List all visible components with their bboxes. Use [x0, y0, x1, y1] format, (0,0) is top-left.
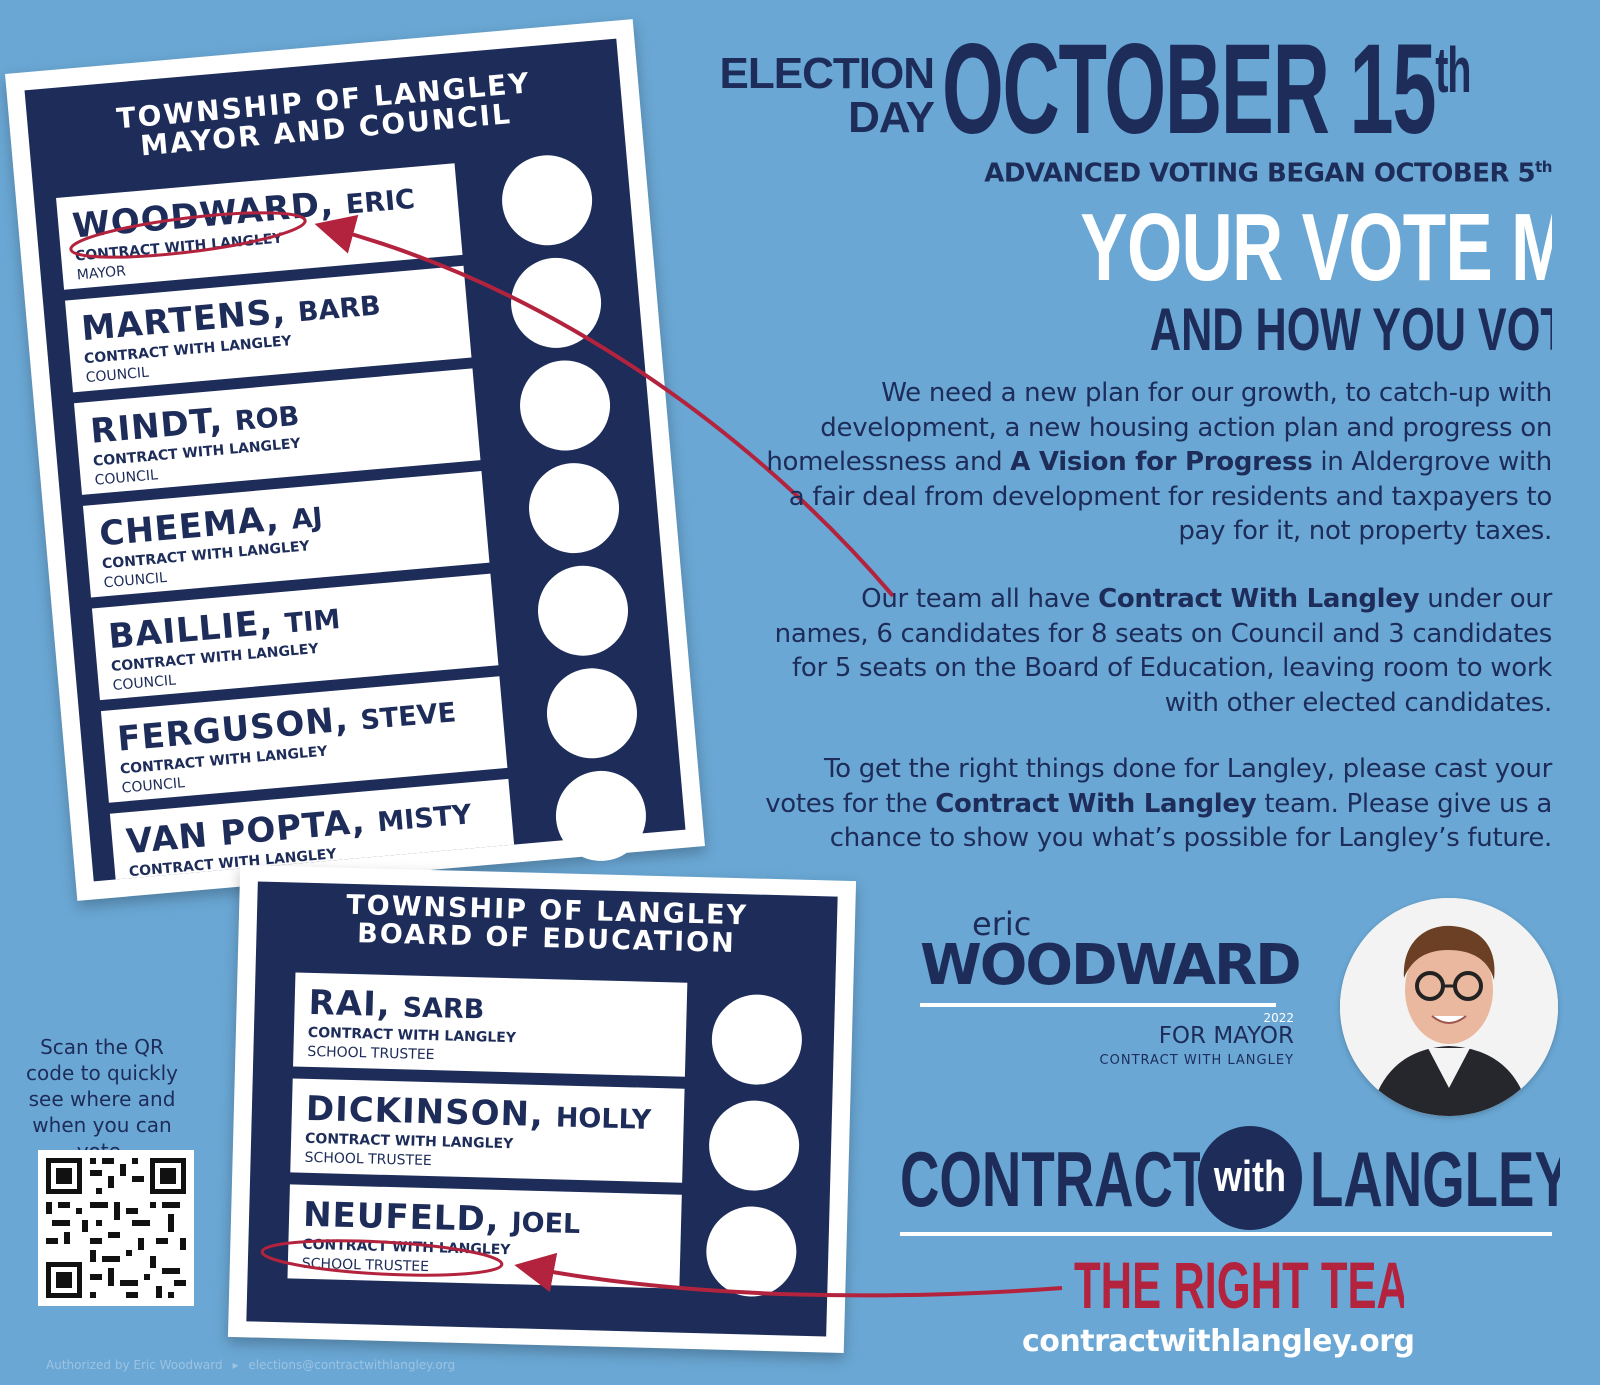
election-date-suffix: th: [1435, 34, 1471, 106]
separator-arrow-icon: ▸: [232, 1358, 239, 1372]
paragraph-growth-plan: We need a new plan for our growth, to ca…: [766, 378, 1552, 546]
qr-caption: Scan the QR code to quickly see where an…: [26, 1035, 178, 1163]
candidate-first-name: AJ: [290, 502, 324, 536]
candidate-logo: eric WOODWARD 2022 FOR MAYOR CONTRACT WI…: [900, 905, 1320, 1075]
vote-bubble[interactable]: [552, 767, 650, 865]
headline: YOUR VOTE MATTERS: [1080, 200, 1552, 296]
brand-middle: with: [1213, 1152, 1287, 1201]
brand-wordmark: CONTRACT with LANGLEY: [900, 1126, 1560, 1230]
person-photo-icon: [1340, 898, 1558, 1116]
vote-bubble[interactable]: [707, 1099, 801, 1192]
education-ballot-card: TOWNSHIP OF LANGLEY BOARD OF EDUCATION R…: [227, 865, 857, 1353]
candidate-logo-party: CONTRACT WITH LANGLEY: [1099, 1053, 1294, 1068]
candidate-last-name: RAI,: [308, 982, 392, 1025]
candidate-last-name: DICKINSON,: [305, 1088, 545, 1136]
brand-left: CONTRACT: [900, 1140, 1200, 1218]
election-date-main: OCTOBER 15: [942, 30, 1437, 150]
election-day-label: ELECTION DAY: [719, 49, 935, 142]
paragraph-team: Our team all have Contract With Langley …: [774, 584, 1553, 718]
candidate-first-name: MISTY: [376, 799, 473, 839]
candidate-first-name: STEVE: [359, 697, 458, 737]
education-ballot-title: TOWNSHIP OF LANGLEY BOARD OF EDUCATION: [345, 889, 749, 960]
candidate-first-name: SARB: [402, 992, 485, 1026]
footer-email[interactable]: elections@contractwithlangley.org: [248, 1358, 455, 1372]
council-ballot-title: TOWNSHIP OF LANGLEY MAYOR AND COUNCIL: [115, 66, 532, 163]
qr-code[interactable]: [38, 1150, 194, 1306]
candidate-logo-last-name: WOODWARD: [920, 933, 1302, 998]
vote-bubble[interactable]: [534, 561, 632, 660]
candidate-first-name: ERIC: [344, 183, 417, 221]
vote-bubble[interactable]: [516, 356, 614, 455]
brand-right: LANGLEY: [1310, 1140, 1560, 1218]
website-link[interactable]: contractwithlangley.org: [1022, 1324, 1415, 1359]
council-ballot-card: TOWNSHIP OF LANGLEY MAYOR AND COUNCIL WO…: [5, 19, 705, 901]
election-date: OCTOBER 15th: [942, 30, 1552, 150]
vote-bubble[interactable]: [710, 993, 804, 1086]
education-ballot-panel: TOWNSHIP OF LANGLEY BOARD OF EDUCATION R…: [246, 881, 838, 1337]
candidate-first-name: HOLLY: [555, 1102, 652, 1136]
candidate-last-name: NEUFELD,: [302, 1194, 501, 1240]
candidate-first-name: JOEL: [511, 1207, 581, 1241]
vote-bubble[interactable]: [507, 254, 605, 352]
vote-bubble[interactable]: [543, 664, 641, 763]
authorization-footer: Authorized by Eric Woodward ▸ elections@…: [46, 1358, 455, 1372]
candidate-portrait: [1340, 898, 1558, 1116]
candidate-row-dickinson: DICKINSON, HOLLY CONTRACT WITH LANGLEY SC…: [290, 1078, 685, 1183]
candidate-first-name: BARB: [296, 290, 382, 329]
council-ballot-panel: TOWNSHIP OF LANGLEY MAYOR AND COUNCIL WO…: [24, 38, 686, 882]
brand-tagline: THE RIGHT TEAM: [1074, 1252, 1404, 1322]
candidate-first-name: ROB: [233, 400, 301, 438]
advanced-voting-note: ADVANCED VOTING BEGAN OCTOBER 5th: [984, 158, 1552, 189]
paragraph-call-to-action: To get the right things done for Langley…: [765, 754, 1552, 853]
qr-code-icon: [46, 1158, 186, 1298]
candidate-row-neufeld: NEUFELD, JOEL CONTRACT WITH LANGLEY SCHOO…: [287, 1184, 682, 1289]
authorized-by: Authorized by Eric Woodward: [46, 1358, 223, 1372]
candidate-logo-office: FOR MAYOR: [1158, 1023, 1294, 1049]
candidate-logo-underline: [920, 1003, 1276, 1007]
candidate-first-name: TIM: [283, 603, 342, 640]
subheadline: AND HOW YOU VOTE MATTERS: [1149, 300, 1552, 360]
brand-underline: [900, 1232, 1552, 1236]
vote-bubble[interactable]: [705, 1205, 798, 1298]
brand-with-badge: with: [1198, 1126, 1302, 1230]
vote-bubble[interactable]: [525, 459, 623, 557]
candidate-row-rai: RAI, SARB CONTRACT WITH LANGLEY SCHOOL TR…: [293, 972, 688, 1077]
vote-bubble[interactable]: [498, 151, 596, 250]
